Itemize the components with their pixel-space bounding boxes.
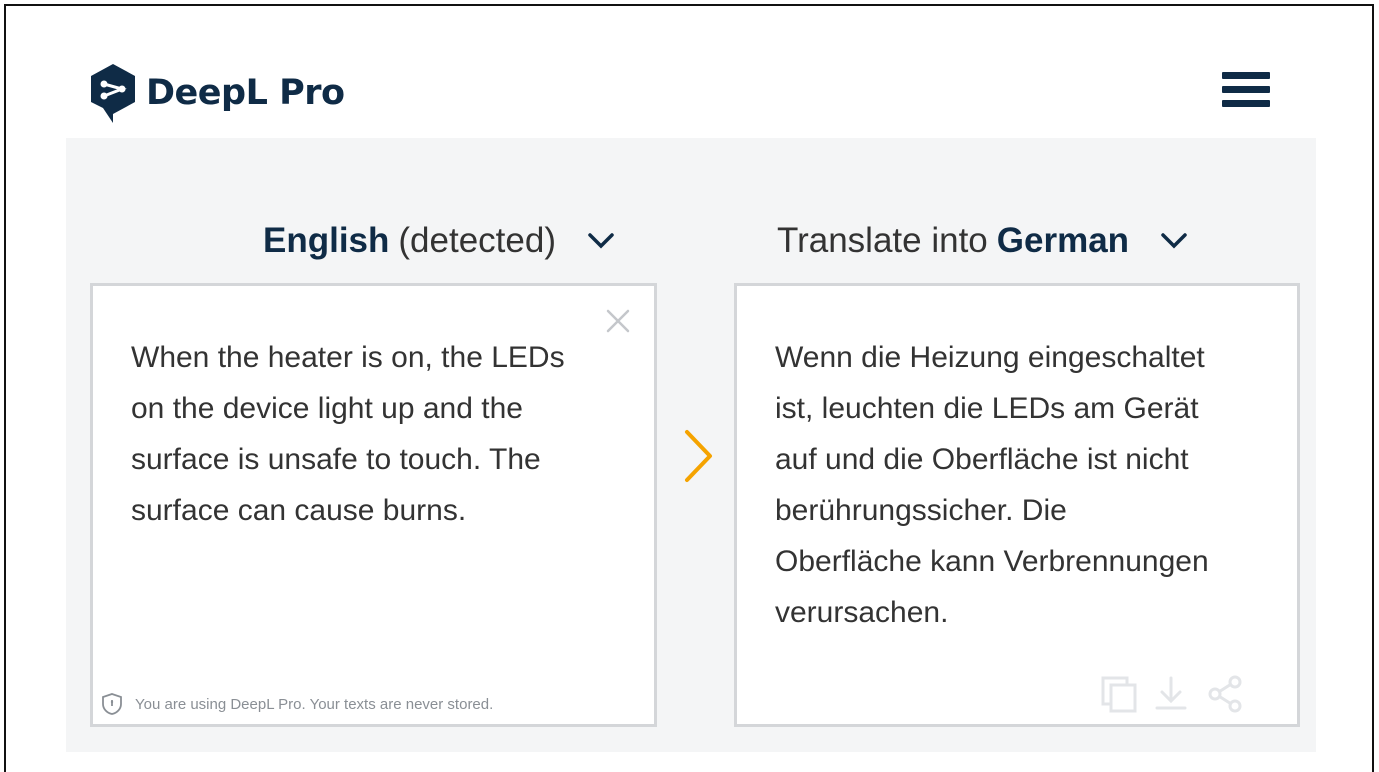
copy-icon[interactable] — [1099, 674, 1139, 714]
translator-panel: English (detected) Translate into German… — [66, 138, 1316, 752]
hamburger-menu-button[interactable] — [1222, 72, 1270, 114]
deepl-logo-icon — [91, 64, 135, 123]
hamburger-icon-bar — [1222, 100, 1270, 107]
translated-text[interactable]: Wenn die Heizung eingeschaltet ist, leuc… — [775, 332, 1275, 638]
detected-label: (detected) — [398, 221, 556, 260]
hamburger-icon-bar — [1222, 86, 1270, 93]
target-language: German — [996, 221, 1130, 260]
app-logo[interactable]: DeepL Pro — [88, 60, 345, 126]
app-header: DeepL Pro — [88, 60, 1278, 126]
source-language: English — [263, 221, 390, 260]
target-language-selector[interactable]: Translate into German — [777, 218, 1189, 264]
translate-into-label: Translate into — [777, 221, 988, 260]
source-text-area[interactable]: When the heater is on, the LEDs on the d… — [90, 283, 657, 727]
chevron-down-icon[interactable] — [1159, 231, 1189, 251]
source-text[interactable]: When the heater is on, the LEDs on the d… — [131, 332, 631, 536]
target-text-area[interactable]: Wenn die Heizung eingeschaltet ist, leuc… — [734, 283, 1300, 727]
share-icon[interactable] — [1205, 674, 1245, 714]
hamburger-icon — [1222, 72, 1270, 79]
chevron-down-icon[interactable] — [586, 231, 616, 251]
privacy-notice-text: You are using DeepL Pro. Your texts are … — [135, 695, 494, 713]
close-icon[interactable] — [605, 308, 631, 334]
source-language-selector[interactable]: English (detected) — [263, 218, 616, 264]
privacy-notice: You are using DeepL Pro. Your texts are … — [101, 692, 493, 716]
app-name: DeepL Pro — [146, 73, 345, 113]
arrow-right-icon — [685, 430, 712, 482]
download-icon[interactable] — [1151, 674, 1191, 714]
shield-icon — [102, 693, 122, 715]
